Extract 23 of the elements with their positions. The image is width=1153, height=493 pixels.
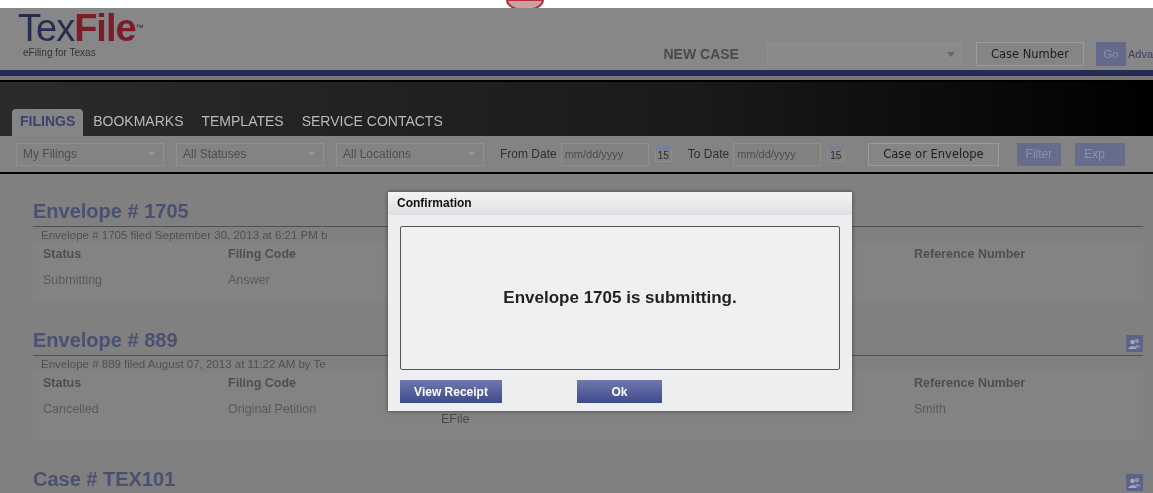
view-receipt-button[interactable]: View Receipt [400, 380, 502, 403]
table-cell-text: EFile [441, 412, 471, 426]
tab[interactable]: BOOKMARKS [85, 109, 192, 136]
ok-button[interactable]: Ok [577, 380, 662, 403]
case-number-button[interactable]: Case Number [975, 42, 1084, 66]
dialog-message: Envelope 1705 is submitting. [503, 288, 737, 308]
dialog-title: Confirmation [388, 192, 852, 215]
contacts-icon[interactable] [1126, 474, 1143, 491]
tab[interactable]: FILINGS [12, 109, 84, 136]
dropdown-arrow-icon [946, 51, 955, 57]
new-case-label: NEW CASE [663, 46, 739, 62]
calendar-icon[interactable]: 15 [827, 146, 845, 162]
contacts-icon[interactable] [1126, 335, 1143, 352]
logo-tagline: eFiling for Texas [22, 47, 97, 58]
case-or-envelope-button[interactable]: Case or Envelope [868, 142, 999, 166]
calendar-icon[interactable]: 15 [654, 146, 672, 162]
logo: TexFile$^{™}$ [18, 13, 143, 43]
seal-icon [505, 0, 545, 8]
tab[interactable]: SERVICE CONTACTS [293, 109, 451, 136]
from-date-label: From Date [500, 147, 557, 161]
to-date-label: To Date [687, 147, 730, 161]
advanced-search-link[interactable]: Adva [1127, 48, 1153, 60]
tab[interactable]: TEMPLATES [193, 109, 292, 136]
